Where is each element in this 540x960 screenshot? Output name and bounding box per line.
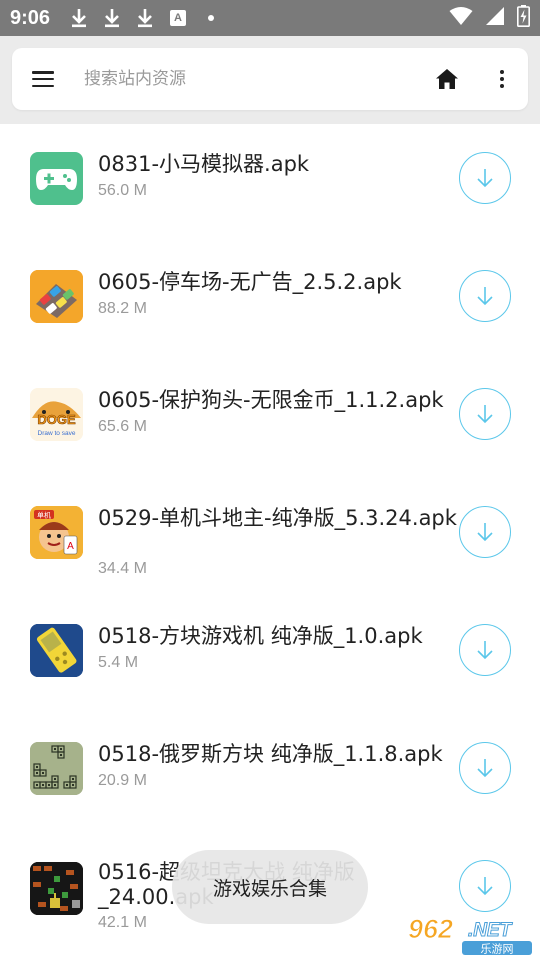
download-arrow-icon [477,877,493,896]
list-item[interactable]: 0831-小马模拟器.apk 56.0 M [0,124,540,242]
save-the-doge-icon: DOGE Draw to save [30,388,83,441]
download-icon [68,7,90,29]
file-size: 42.1 M [98,914,147,931]
file-size: 34.4 M [98,560,147,577]
tank-battle-icon [30,862,83,915]
list-item[interactable]: DOGE Draw to save 0605-保护狗头-无限金币_1.1.2.a… [0,360,540,478]
more-options-icon[interactable] [498,68,506,90]
list-item[interactable]: 0605-停车场-无广告_2.5.2.apk 88.2 M [0,242,540,360]
landlord-cards-icon: A 单机 [30,506,83,559]
file-size: 56.0 M [98,182,147,199]
download-button[interactable] [459,860,511,912]
signal-icon [485,6,505,31]
doge-subtitle: Draw to save [38,430,76,437]
file-name: 0605-保护狗头-无限金币_1.1.2.apk [98,388,444,412]
file-name: 0831-小马模拟器.apk [98,152,310,176]
home-icon[interactable] [434,66,460,92]
landlord-label: 单机 [37,511,51,520]
watermark-subtitle: 乐游网 [481,943,514,956]
download-button[interactable] [459,624,511,676]
file-name: 0605-停车场-无广告_2.5.2.apk [98,270,402,294]
list-item[interactable]: A 单机 0529-单机斗地主-纯净版_5.3.24.apk 34.4 M [0,478,540,596]
download-button[interactable] [459,152,511,204]
file-name: 0529-单机斗地主-纯净版_5.3.24.apk [98,506,457,530]
download-button[interactable] [459,270,511,322]
download-arrow-icon [477,641,493,660]
header-band [0,36,540,124]
download-arrow-icon [477,287,493,306]
svg-text:A: A [67,541,74,552]
file-size: 65.6 M [98,418,147,435]
doge-title: DOGE [37,412,76,427]
download-button[interactable] [459,506,511,558]
a-icon: A [167,7,189,29]
file-size: 88.2 M [98,300,147,317]
brick-game-icon [30,624,83,677]
search-bar [12,48,528,110]
list-item[interactable]: 0518-俄罗斯方块 纯净版_1.1.8.apk 20.9 M [0,714,540,832]
wifi-icon [449,6,473,31]
file-size: 5.4 M [98,654,139,671]
watermark-number: 962 [408,914,453,944]
parking-game-icon [30,270,83,323]
dot-icon [200,7,222,29]
toast-message: 游戏娱乐合集 [172,850,368,924]
download-button[interactable] [459,388,511,440]
site-watermark-logo: 962 .NET 乐游网 [408,914,532,956]
download-arrow-icon [477,523,493,542]
download-icon [134,7,156,29]
status-time: 9:06 [10,6,51,29]
download-button[interactable] [459,742,511,794]
search-input[interactable] [84,69,434,89]
status-bar: 9:06 A [0,0,540,36]
menu-icon[interactable] [30,68,56,90]
download-arrow-icon [477,169,493,188]
download-icon [101,7,123,29]
gamepad-icon [30,152,83,205]
file-size: 20.9 M [98,772,147,789]
download-arrow-icon [477,405,493,424]
list-item[interactable]: 0518-方块游戏机 纯净版_1.0.apk 5.4 M [0,596,540,714]
download-arrow-icon [477,759,493,778]
watermark-suffix: .NET [468,920,513,941]
file-name: 0518-方块游戏机 纯净版_1.0.apk [98,624,423,648]
file-name: 0518-俄罗斯方块 纯净版_1.1.8.apk [98,742,443,766]
battery-charging-icon [517,4,530,32]
tetris-icon [30,742,83,795]
